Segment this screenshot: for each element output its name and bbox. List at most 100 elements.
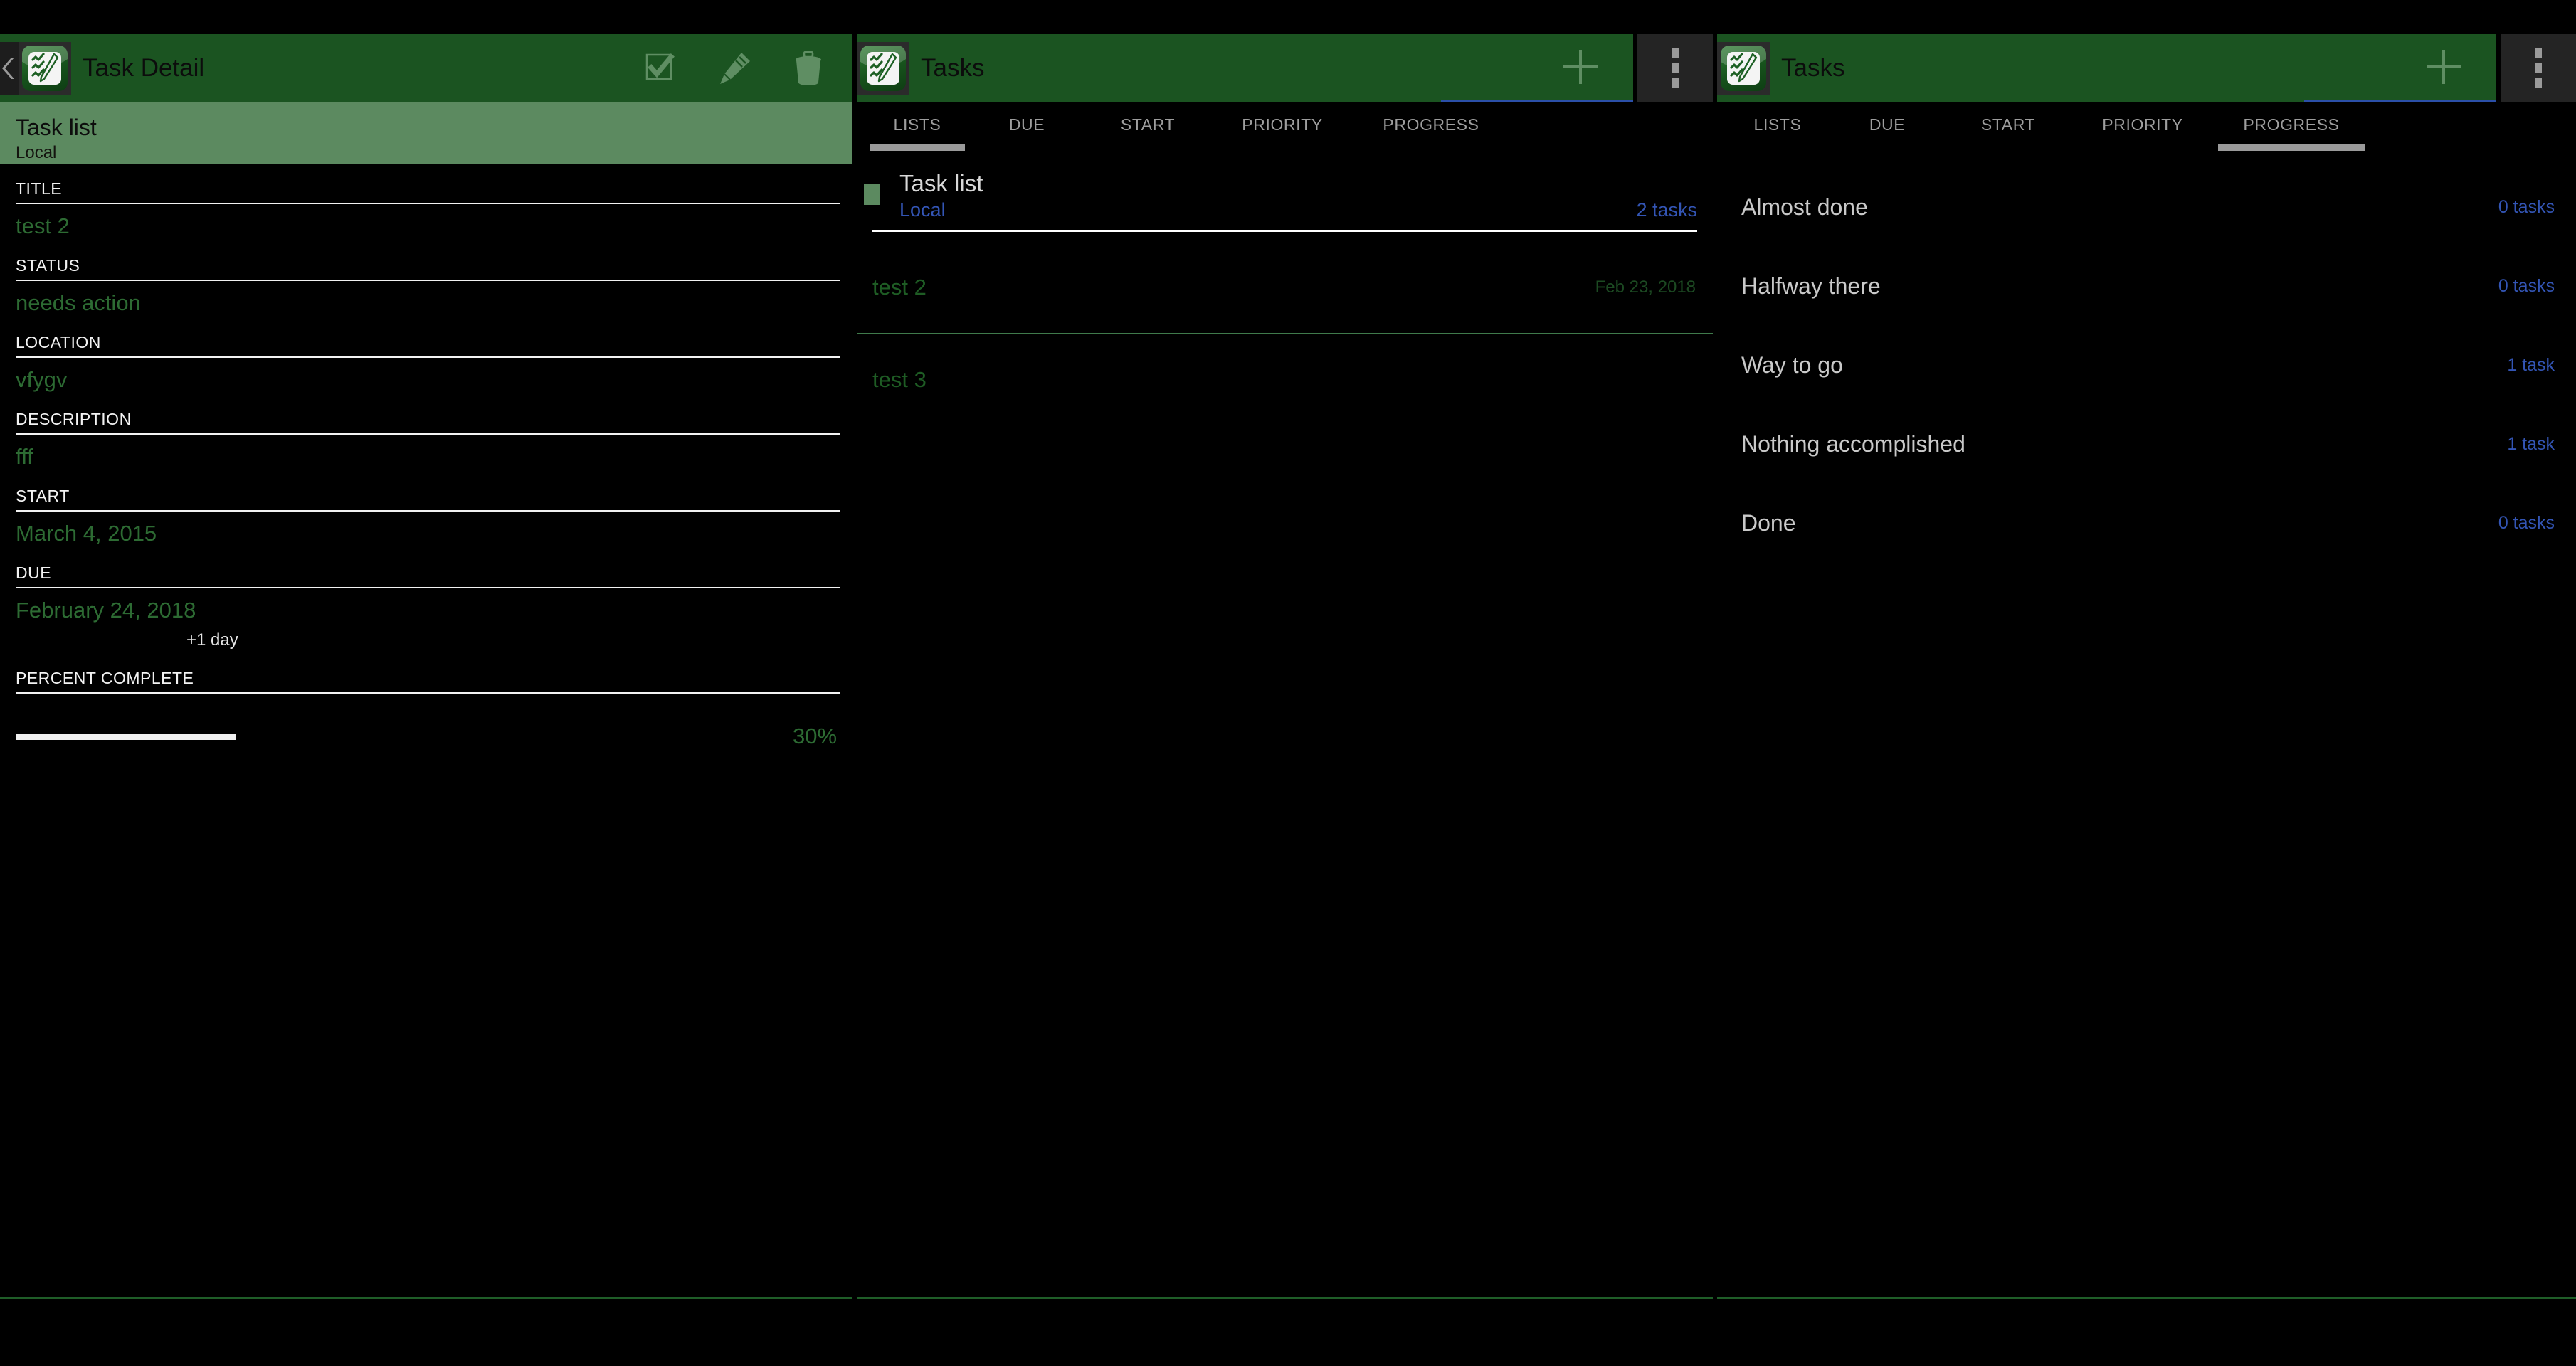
tab-label: START — [1121, 115, 1175, 134]
field-description[interactable]: DESCRIPTION fff — [16, 410, 837, 470]
progress-bucket-label: Nothing accomplished — [1741, 431, 1965, 457]
list-item[interactable]: Way to go1 task — [1717, 326, 2576, 405]
tab-label: START — [1981, 115, 2035, 134]
plus-icon — [1561, 47, 1600, 90]
progress-bucket-count: 0 tasks — [2498, 276, 2555, 297]
tab-start[interactable]: START — [1943, 102, 2073, 147]
progress-toolbar: Tasks — [1717, 34, 2576, 102]
delete-task-button[interactable] — [771, 34, 845, 102]
status-bar — [0, 0, 852, 34]
tasks-lists-panel: Tasks LISTSDU — [857, 0, 1713, 1366]
tab-label: LISTS — [894, 115, 941, 134]
panel-bottom-rule — [1717, 1297, 2576, 1299]
field-due[interactable]: DUE February 24, 2018 +1 day — [16, 563, 837, 650]
app-icon-button[interactable] — [857, 42, 909, 95]
progress-bucket-count: 0 tasks — [2498, 513, 2555, 534]
table-row[interactable]: test 3 — [857, 334, 1713, 425]
field-title[interactable]: TITLE test 2 — [16, 179, 837, 239]
back-chevron-icon — [2, 56, 16, 80]
overflow-menu-button[interactable] — [1633, 34, 1713, 102]
back-button[interactable] — [0, 42, 19, 95]
lists-tabbar: LISTS DUE START PRIORITY PROGRESS — [857, 102, 1713, 158]
field-start[interactable]: START March 4, 2015 — [16, 487, 837, 546]
list-item[interactable]: Done 0 tasks — [1717, 484, 2576, 563]
add-task-button[interactable] — [2398, 34, 2489, 102]
group-title: Task list — [872, 169, 1697, 198]
tab-label: PROGRESS — [2243, 115, 2339, 134]
tab-due[interactable]: DUE — [1831, 102, 1943, 147]
task-title: test 3 — [872, 367, 927, 393]
task-list-group-header[interactable]: Task list Local 2 tasks — [857, 158, 1713, 242]
trash-icon — [793, 51, 823, 85]
field-value: February 24, 2018 — [16, 588, 837, 623]
page-title: Tasks — [921, 54, 984, 83]
field-percent-complete[interactable]: PERCENT COMPLETE 30% — [16, 669, 837, 749]
progress-bucket-count: 0 tasks — [2498, 197, 2555, 218]
group-underline — [872, 230, 1697, 232]
tasks-progress-panel: Tasks LISTSDU — [1717, 0, 2576, 1366]
tab-indicator — [2218, 144, 2365, 151]
detail-fields: TITLE test 2 STATUS needs action LOCATIO… — [0, 164, 852, 749]
progress-bucket-count: 1 task — [2507, 434, 2555, 455]
field-value: test 2 — [16, 204, 837, 239]
list-item[interactable]: Almost done 0 tasks — [1717, 168, 2576, 247]
tab-progress[interactable]: PROGRESS — [2212, 102, 2370, 147]
tab-priority[interactable]: PRIORITY — [1213, 102, 1352, 147]
progress-tabbar: LISTS DUE START PRIORITY PROGRESS — [1717, 102, 2576, 158]
field-location[interactable]: LOCATION vfygv — [16, 333, 837, 393]
page-title: Tasks — [1781, 54, 1844, 83]
panel-bottom-rule — [857, 1297, 1713, 1299]
tab-label: DUE — [1009, 115, 1045, 134]
status-bar — [1717, 0, 2576, 34]
group-account: Local — [899, 199, 946, 221]
progress-bucket-label: Done — [1741, 510, 1796, 536]
field-label: DESCRIPTION — [16, 410, 837, 433]
tab-lists[interactable]: LISTS — [864, 102, 971, 147]
tab-progress[interactable]: PROGRESS — [1352, 102, 1510, 147]
field-value: March 4, 2015 — [16, 512, 837, 546]
complete-task-button[interactable] — [623, 34, 697, 102]
tasks-app-icon — [22, 46, 68, 91]
tab-due[interactable]: DUE — [971, 102, 1083, 147]
detail-list-name: Task list — [16, 114, 837, 141]
detail-toolbar: Task Detail — [0, 34, 852, 102]
tab-label: PRIORITY — [2102, 115, 2182, 134]
overflow-menu-button[interactable] — [2496, 34, 2576, 102]
tab-start[interactable]: START — [1083, 102, 1213, 147]
table-row[interactable]: test 2 Feb 23, 2018 — [857, 242, 1713, 333]
tab-priority[interactable]: PRIORITY — [2073, 102, 2212, 147]
due-offset-label: +1 day — [16, 623, 837, 650]
percent-complete-slider[interactable] — [16, 734, 749, 740]
app-icon-button[interactable] — [19, 42, 71, 95]
progress-content: Almost done0 tasksHalfway there0 tasksWa… — [1717, 158, 2576, 563]
task-title: test 2 — [872, 275, 927, 300]
progress-bucket-label: Way to go — [1741, 352, 1843, 378]
field-status[interactable]: STATUS needs action — [16, 256, 837, 316]
add-task-button[interactable] — [1535, 34, 1626, 102]
tab-lists[interactable]: LISTS — [1724, 102, 1831, 147]
percent-complete-fill — [16, 734, 236, 740]
progress-bucket-label: Almost done — [1741, 194, 1868, 221]
list-item[interactable]: Halfway there0 tasks — [1717, 247, 2576, 326]
tab-label: PROGRESS — [1383, 115, 1479, 134]
tab-label: DUE — [1869, 115, 1905, 134]
pencil-icon — [716, 50, 753, 87]
field-label: STATUS — [16, 256, 837, 280]
app-icon-button[interactable] — [1717, 42, 1770, 95]
list-color-swatch — [864, 184, 880, 205]
tab-label: PRIORITY — [1242, 115, 1322, 134]
list-item[interactable]: Nothing accomplished 1 task — [1717, 405, 2576, 484]
field-label: DUE — [16, 563, 837, 587]
detail-subheader[interactable]: Task list Local — [0, 102, 852, 164]
percent-complete-value: 30% — [793, 724, 837, 749]
field-value: needs action — [16, 281, 837, 316]
task-detail-panel: Task Detail — [0, 0, 852, 1366]
field-value: fff — [16, 435, 837, 470]
panel-bottom-rule — [0, 1297, 852, 1299]
field-value: vfygv — [16, 358, 837, 393]
lists-content: Task list Local 2 tasks test 2 Feb 23, 2… — [857, 158, 1713, 425]
overflow-menu-icon — [2535, 48, 2542, 58]
checkbox-checked-icon — [645, 53, 675, 83]
edit-task-button[interactable] — [697, 34, 771, 102]
detail-list-account: Local — [16, 142, 837, 164]
